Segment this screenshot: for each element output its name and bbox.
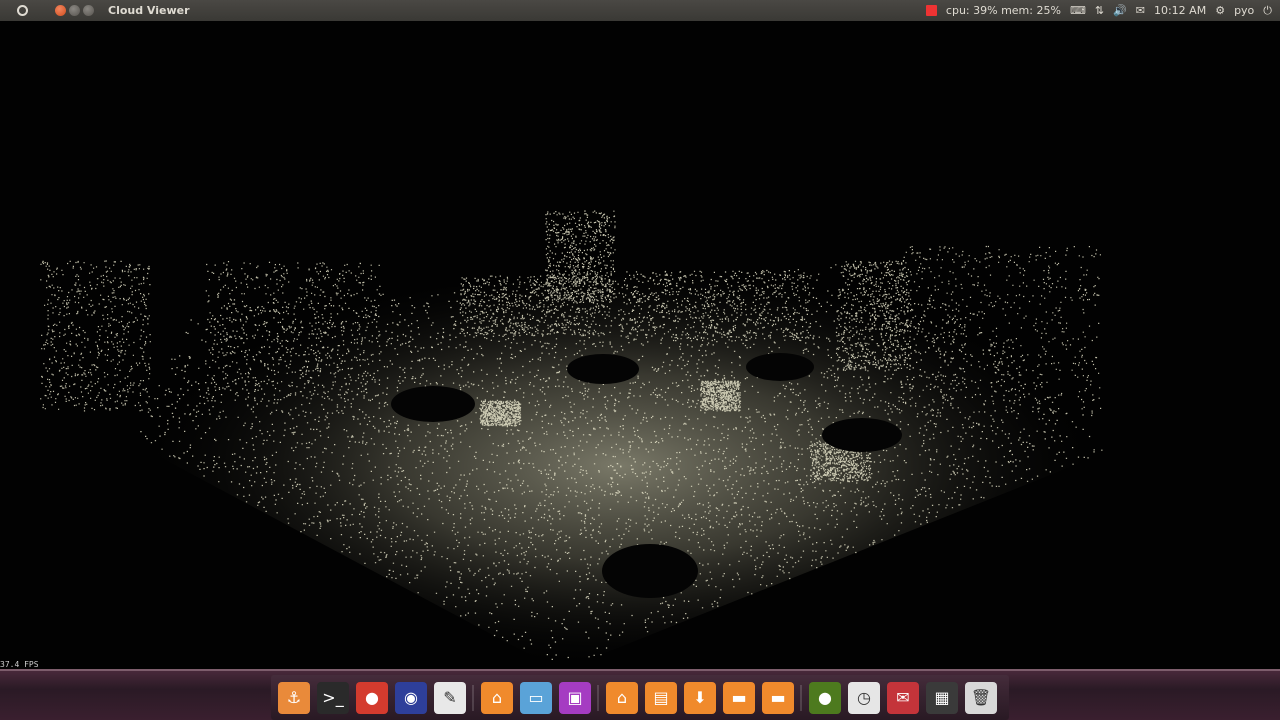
text-editor-icon[interactable]: ✎: [434, 681, 466, 714]
occlusion-hole: [822, 418, 902, 452]
dock-separator: [800, 684, 802, 711]
folder-icon[interactable]: ▬: [723, 681, 755, 714]
green-orb-icon[interactable]: ●: [809, 681, 841, 714]
fps-counter: 37.4 FPS: [0, 660, 39, 669]
mail-indicator-icon[interactable]: ✉: [1136, 4, 1145, 17]
floor-glow: [130, 261, 1110, 669]
user-icon[interactable]: ⚙: [1215, 4, 1225, 17]
clock-text[interactable]: 10:12 AM: [1154, 4, 1206, 17]
indicator-area: cpu: 39% mem: 25% ⌨ ⇅ 🔊 ✉ 10:12 AM ⚙ pyo…: [925, 0, 1280, 21]
volume-icon[interactable]: 🔊: [1113, 4, 1127, 17]
anchor-icon[interactable]: ⚓: [278, 681, 310, 714]
folder-downloads-icon[interactable]: ⬇: [684, 681, 716, 714]
eclipse-icon[interactable]: ◉: [395, 681, 427, 714]
keyboard-icon[interactable]: ⌨: [1070, 4, 1086, 17]
point-cloud-viewport[interactable]: [0, 21, 1280, 669]
folder-documents-icon[interactable]: ▤: [645, 681, 677, 714]
window-title: Cloud Viewer: [108, 4, 190, 17]
dock: ⚓ >_ ● ◉ ✎ ⌂ ▭ ▣ ⌂ ▤ ⬇ ▬ ▬ ● ◷ ✉ ▦ 🗑: [271, 675, 1009, 720]
ubuntu-logo-icon[interactable]: [12, 1, 32, 21]
system-monitor-icon[interactable]: [925, 5, 937, 16]
chrome-icon[interactable]: ●: [356, 681, 388, 714]
folder-home-icon[interactable]: ⌂: [606, 681, 638, 714]
home-folder-icon[interactable]: ⌂: [481, 681, 513, 714]
close-window-button[interactable]: [55, 5, 66, 16]
clock-icon[interactable]: ◷: [848, 681, 880, 714]
dock-separator: [597, 684, 599, 711]
mail-icon[interactable]: ✉: [887, 681, 919, 714]
power-icon[interactable]: ⏻: [1263, 4, 1272, 18]
point-cloud-canvas[interactable]: [0, 21, 1280, 669]
dock-separator: [472, 684, 474, 711]
occlusion-hole: [567, 354, 639, 384]
maximize-window-button[interactable]: [83, 5, 94, 16]
folder-2-icon[interactable]: ▬: [762, 681, 794, 714]
window-icon[interactable]: ▭: [520, 681, 552, 714]
occlusion-hole: [746, 353, 814, 381]
terminal-icon[interactable]: >_: [317, 681, 349, 714]
system-monitor-text[interactable]: cpu: 39% mem: 25%: [946, 4, 1061, 17]
workspace-switcher-icon[interactable]: ▦: [926, 681, 958, 714]
occlusion-hole: [391, 386, 475, 422]
user-name[interactable]: pyo: [1234, 4, 1254, 17]
occlusion-hole: [602, 544, 698, 598]
minimize-window-button[interactable]: [69, 5, 80, 16]
trash-icon[interactable]: 🗑: [965, 681, 997, 714]
network-icon[interactable]: ⇅: [1095, 4, 1104, 17]
top-panel: Cloud Viewer cpu: 39% mem: 25% ⌨ ⇅ 🔊 ✉ 1…: [0, 0, 1280, 21]
display-icon[interactable]: ▣: [559, 681, 591, 714]
